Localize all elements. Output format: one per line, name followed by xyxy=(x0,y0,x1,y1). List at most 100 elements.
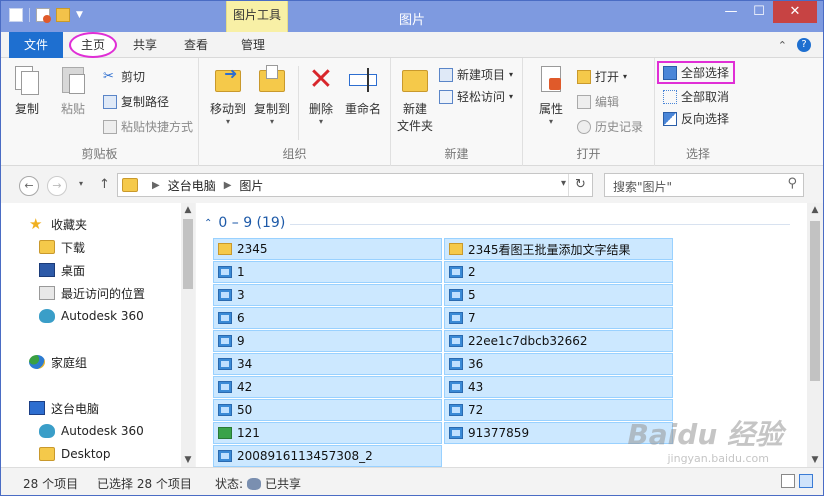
nav-homegroup-label: 家庭组 xyxy=(51,355,88,370)
new-item-button[interactable]: 新建项目 ▾ xyxy=(439,66,513,83)
nav-homegroup[interactable]: 家庭组 xyxy=(29,351,87,373)
select-none-button[interactable]: 全部取消 xyxy=(663,88,729,105)
refresh-icon[interactable]: ↻ xyxy=(568,174,592,196)
file-item[interactable]: 6 xyxy=(213,307,442,329)
jpg-image-icon xyxy=(449,312,463,324)
nav-recent-places[interactable]: 最近访问的位置 xyxy=(39,282,145,304)
new-folder-label-line2: 文件夹 xyxy=(396,119,433,133)
invert-selection-label: 反向选择 xyxy=(681,112,730,126)
jpg-image-icon xyxy=(449,335,463,347)
search-icon[interactable]: ⚲ xyxy=(787,176,797,191)
nav-pane-scrollbar[interactable]: ▲ ▼ xyxy=(181,203,195,467)
file-item[interactable]: 121 xyxy=(213,422,442,444)
up-button[interactable]: ↑ xyxy=(99,177,110,192)
close-button[interactable]: ✕ xyxy=(773,1,817,23)
back-button[interactable]: ← xyxy=(19,176,39,196)
scroll-down-arrow-icon[interactable]: ▼ xyxy=(807,455,823,465)
nav-autodesk-360-favorite[interactable]: Autodesk 360 xyxy=(39,305,144,327)
cut-button[interactable]: ✂ 剪切 xyxy=(103,68,145,85)
nav-scroll-thumb[interactable] xyxy=(183,219,193,289)
copy-button[interactable]: 复制 xyxy=(9,64,45,117)
forward-button[interactable]: → xyxy=(47,176,67,196)
search-input[interactable]: 搜索"图片" ⚲ xyxy=(604,173,804,197)
help-icon[interactable]: ? xyxy=(797,38,811,52)
copy-to-button[interactable]: 复制到 ▾ xyxy=(251,64,293,126)
rename-label: 重命名 xyxy=(344,102,381,116)
nav-this-pc[interactable]: 这台电脑 xyxy=(29,397,99,419)
nav-favorites[interactable]: ★ 收藏夹 xyxy=(29,213,87,235)
file-item[interactable]: 42 xyxy=(213,376,442,398)
collapse-group-chevron-icon[interactable]: ⌃ xyxy=(204,218,212,229)
minimize-button[interactable]: — xyxy=(717,1,745,23)
expand-ribbon-chevron-icon[interactable]: ⌃ xyxy=(778,39,787,52)
history-label: 历史记录 xyxy=(595,120,644,134)
breadcrumb-pictures[interactable]: 图片 xyxy=(239,177,263,194)
tab-file[interactable]: 文件 xyxy=(9,32,63,58)
select-none-icon xyxy=(663,89,677,104)
recent-locations-chevron-icon[interactable]: ▾ xyxy=(79,179,83,188)
file-item[interactable]: 22ee1c7dbcb32662 xyxy=(444,330,673,352)
properties-button[interactable]: 属性 ▾ xyxy=(533,64,569,126)
jpg-image-icon xyxy=(218,358,232,370)
file-name: 6 xyxy=(237,311,245,325)
file-item[interactable]: 2 xyxy=(444,261,673,283)
paste-button[interactable]: 粘贴 xyxy=(55,64,91,117)
open-chevron-icon: ▾ xyxy=(623,72,628,81)
rename-button[interactable]: 重命名 xyxy=(341,64,385,117)
jpg-image-icon xyxy=(218,312,232,324)
file-item[interactable]: 50 xyxy=(213,399,442,421)
maximize-button[interactable]: ☐ xyxy=(745,1,773,23)
tab-share[interactable]: 共享 xyxy=(123,32,167,58)
nav-downloads[interactable]: 下载 xyxy=(39,236,85,258)
copy-path-icon xyxy=(103,94,117,109)
select-all-button[interactable]: 全部选择 xyxy=(657,61,736,84)
easy-access-button[interactable]: 轻松访问 ▾ xyxy=(439,88,513,105)
details-view-icon[interactable] xyxy=(781,474,795,488)
address-dropdown-chevron-icon[interactable]: ▾ xyxy=(561,178,566,189)
group-header-line xyxy=(290,224,790,225)
scroll-up-arrow-icon[interactable]: ▲ xyxy=(181,205,195,215)
paste-label: 粘贴 xyxy=(60,102,85,116)
address-bar[interactable]: ▶ 这台电脑 ▶ 图片 ▾ ↻ xyxy=(117,173,593,197)
nav-desktop-pc[interactable]: Desktop xyxy=(39,443,111,465)
file-item[interactable]: 36 xyxy=(444,353,673,375)
edit-button[interactable]: 编辑 xyxy=(577,93,619,110)
scroll-up-arrow-icon[interactable]: ▲ xyxy=(807,205,823,215)
nav-desktop[interactable]: 桌面 xyxy=(39,259,85,281)
file-item[interactable]: 43 xyxy=(444,376,673,398)
explorer-window: ▼ 图片工具 图片 — ☐ ✕ 文件 主页 共享 查看 管理 ⌃ ? 复制 粘贴… xyxy=(0,0,824,496)
new-folder-button[interactable]: 新建 文件夹 xyxy=(395,64,435,134)
content-scrollbar[interactable]: ▲ ▼ xyxy=(807,203,823,467)
jpg-image-icon xyxy=(218,335,232,347)
move-to-button[interactable]: ➜ 移动到 ▾ xyxy=(207,64,249,126)
tab-view[interactable]: 查看 xyxy=(174,32,218,58)
delete-button[interactable]: ✕ 删除 ▾ xyxy=(303,64,339,127)
paste-shortcut-button[interactable]: 粘贴快捷方式 xyxy=(103,118,193,135)
open-button[interactable]: 打开 ▾ xyxy=(577,68,627,85)
file-item[interactable]: 9 xyxy=(213,330,442,352)
easy-access-label: 轻松访问 xyxy=(457,90,506,104)
content-scroll-thumb[interactable] xyxy=(810,221,820,381)
file-item[interactable]: 1 xyxy=(213,261,442,283)
nav-autodesk-360-pc[interactable]: Autodesk 360 xyxy=(39,420,144,442)
breadcrumb-this-pc[interactable]: 这台电脑 xyxy=(168,177,216,194)
tab-manage[interactable]: 管理 xyxy=(231,32,275,58)
tab-home[interactable]: 主页 xyxy=(69,32,118,58)
invert-selection-button[interactable]: 反向选择 xyxy=(663,110,729,127)
scroll-down-arrow-icon[interactable]: ▼ xyxy=(181,455,195,465)
file-item[interactable]: 3 xyxy=(213,284,442,306)
copy-path-button[interactable]: 复制路径 xyxy=(103,93,169,110)
nav-this-pc-label: 这台电脑 xyxy=(51,401,100,416)
state-label: 状态: xyxy=(215,477,244,491)
folder-item[interactable]: 2345看图王批量添加文字结果 xyxy=(444,238,673,260)
file-item[interactable]: 2008916113457308_2 xyxy=(213,445,442,467)
file-item[interactable]: 5 xyxy=(444,284,673,306)
folder-item[interactable]: 2345 xyxy=(213,238,442,260)
file-name: 42 xyxy=(237,380,253,394)
history-button[interactable]: 历史记录 xyxy=(577,118,643,135)
file-item[interactable]: 34 xyxy=(213,353,442,375)
file-item[interactable]: 7 xyxy=(444,307,673,329)
group-header[interactable]: ⌃ 0 – 9 (19) xyxy=(204,215,285,231)
tiles-view-icon[interactable] xyxy=(799,474,813,488)
properties-icon xyxy=(535,64,567,96)
